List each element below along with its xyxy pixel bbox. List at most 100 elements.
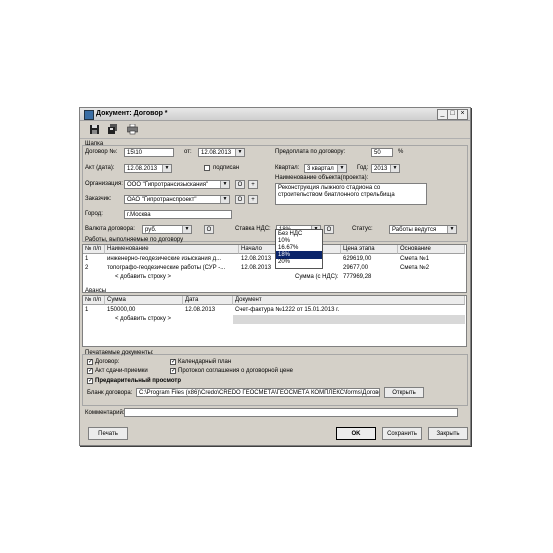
calendar-plan-checkbox[interactable]: ✓ (170, 359, 176, 365)
organization-add-button[interactable]: + (248, 180, 258, 189)
currency-select[interactable]: руб. ▼ (142, 225, 192, 234)
chevron-down-icon[interactable]: ▼ (390, 165, 399, 172)
open-template-button[interactable]: Открыть (384, 387, 424, 398)
price-protocol-label: Протокол соглашения о договорной цене (178, 368, 294, 374)
customer-add-button[interactable]: + (248, 195, 258, 204)
works-group-label: Работы, выполняемые по договору (85, 237, 184, 243)
object-textarea[interactable]: Реконструкция лыжного стадиона со строит… (275, 183, 427, 205)
contract-document-window: Документ: Договор * _ □ × Шапка Договор … (79, 107, 471, 446)
price-protocol-checkbox[interactable]: ✓ (170, 368, 176, 374)
print-group-label: Печатаемые документы: (85, 350, 154, 356)
advances-col-date: Дата (183, 296, 233, 305)
works-col-price: Цена этапа (341, 245, 398, 254)
close-button[interactable]: Закрыть (428, 427, 468, 440)
table-cell[interactable]: 629619,00 (341, 255, 398, 264)
toolbar (80, 121, 470, 139)
signed-checkbox[interactable] (204, 165, 210, 171)
prepay-label: Предоплата по договору: (275, 149, 346, 155)
status-label: Статус: (352, 226, 373, 232)
currency-open-button[interactable]: O (204, 225, 214, 234)
advances-col-sum: Сумма (105, 296, 183, 305)
contract-print-label: Договор: (95, 359, 120, 365)
save-all-icon[interactable] (107, 124, 118, 135)
contract-number-label: Договор №: (85, 149, 118, 155)
acceptance-act-checkbox[interactable]: ✓ (87, 368, 93, 374)
comment-input[interactable] (124, 408, 458, 417)
chevron-down-icon[interactable]: ▼ (337, 165, 346, 172)
advances-col-num: № п/п (83, 296, 105, 305)
table-cell[interactable]: Смета №2 (398, 264, 465, 273)
vat-open-button[interactable]: O (324, 225, 334, 234)
selected-cell-highlight (233, 315, 465, 324)
year-label: Год: (357, 165, 369, 171)
works-col-name: Наименование (105, 245, 239, 254)
contract-checkbox[interactable]: ✓ (87, 359, 93, 365)
preview-checkbox[interactable]: ✓ (87, 378, 93, 384)
chevron-down-icon[interactable]: ▼ (220, 181, 229, 188)
table-cell[interactable]: 1 (83, 255, 105, 264)
ok-button[interactable]: OK (336, 427, 376, 440)
print-icon[interactable] (127, 123, 138, 135)
chevron-down-icon[interactable]: ▼ (447, 226, 456, 233)
document-app-icon (84, 110, 94, 120)
template-path-input[interactable]: C:\Program Files (x86)\Credo\CREDO ГЕОСМ… (136, 388, 380, 397)
template-label: Бланк договора: (87, 390, 133, 396)
currency-label: Валюта договора: (85, 226, 135, 232)
table-cell[interactable]: 1 (83, 306, 105, 315)
status-select[interactable]: Работы ведутся ▼ (389, 225, 457, 234)
table-cell[interactable]: 29677,00 (341, 264, 398, 273)
object-label: Наименование объекта(проекта): (275, 175, 369, 181)
signed-label: подписан (213, 165, 240, 171)
comment-label: Комментарий: (85, 410, 125, 416)
print-button[interactable]: Печать (88, 427, 128, 440)
city-input[interactable]: г.Москва (124, 210, 232, 219)
chevron-down-icon[interactable]: ▼ (235, 149, 244, 156)
vat-option[interactable]: 20% (276, 258, 322, 266)
vat-label: Ставка НДС: (235, 226, 271, 232)
table-cell[interactable]: Счет-фактура №1222 от 15.01.2013 г. (233, 306, 465, 315)
advances-table: № п/п Сумма Дата Документ 1 150000,00 12… (82, 295, 467, 347)
table-cell[interactable]: инженерно-геодезические изыскания д... (105, 255, 239, 264)
close-window-button[interactable]: × (457, 109, 468, 120)
header-group-label: Шапка (85, 141, 104, 147)
act-date-input[interactable]: 12.08.2013 ▼ (124, 164, 172, 173)
advances-add-row[interactable]: < добавить строку > (113, 315, 213, 324)
works-total-label: Сумма (с НДС): (295, 274, 339, 280)
works-total-value: 777969,28 (343, 274, 372, 280)
customer-open-button[interactable]: O (235, 195, 245, 204)
chevron-down-icon[interactable]: ▼ (220, 196, 229, 203)
save-icon[interactable] (89, 124, 100, 135)
calendar-plan-label: Календарный план (178, 359, 232, 365)
table-cell[interactable]: топографо-геодезические работы (СУР -... (105, 264, 239, 273)
chevron-down-icon[interactable]: ▼ (162, 165, 171, 172)
advances-col-doc: Документ (233, 296, 465, 305)
act-date-label: Акт (дата): (85, 165, 115, 171)
contract-date-label: от: (184, 149, 192, 155)
chevron-down-icon[interactable]: ▼ (182, 226, 191, 233)
advances-group-label: Авансы (85, 288, 107, 294)
quarter-label: Квартал: (275, 165, 300, 171)
window-title: Документ: Договор * (96, 110, 168, 117)
customer-label: Заказчик: (85, 196, 112, 202)
save-button[interactable]: Сохранить (382, 427, 422, 440)
table-cell[interactable]: 2 (83, 264, 105, 273)
vat-dropdown-list: Без НДС 10% 16.67% 18% 20% (275, 229, 323, 269)
prepay-unit: % (398, 149, 404, 155)
organization-label: Организация: (85, 181, 123, 187)
works-add-row[interactable]: < добавить строку > (113, 273, 233, 282)
table-cell[interactable]: 12.08.2013 (183, 306, 233, 315)
city-label: Город: (85, 211, 103, 217)
table-cell[interactable]: Смета №1 (398, 255, 465, 264)
contract-number-input[interactable]: 15\10 (124, 148, 174, 157)
works-col-num: № п/п (83, 245, 105, 254)
prepay-input[interactable]: 50 (371, 148, 393, 157)
customer-select[interactable]: ОАО "Гипротранспроект" ▼ (124, 195, 230, 204)
quarter-select[interactable]: 3 квартал ▼ (304, 164, 347, 173)
table-cell[interactable]: 150000,00 (105, 306, 183, 315)
preview-label: Предварительный просмотр (95, 378, 181, 384)
year-select[interactable]: 2013 ▼ (371, 164, 400, 173)
organization-open-button[interactable]: O (235, 180, 245, 189)
contract-date-input[interactable]: 12.08.2013 ▼ (198, 148, 245, 157)
title-bar[interactable]: Документ: Договор * _ □ × (80, 108, 470, 121)
organization-select[interactable]: ООО "Гипротрансизыскания" ▼ (124, 180, 230, 189)
